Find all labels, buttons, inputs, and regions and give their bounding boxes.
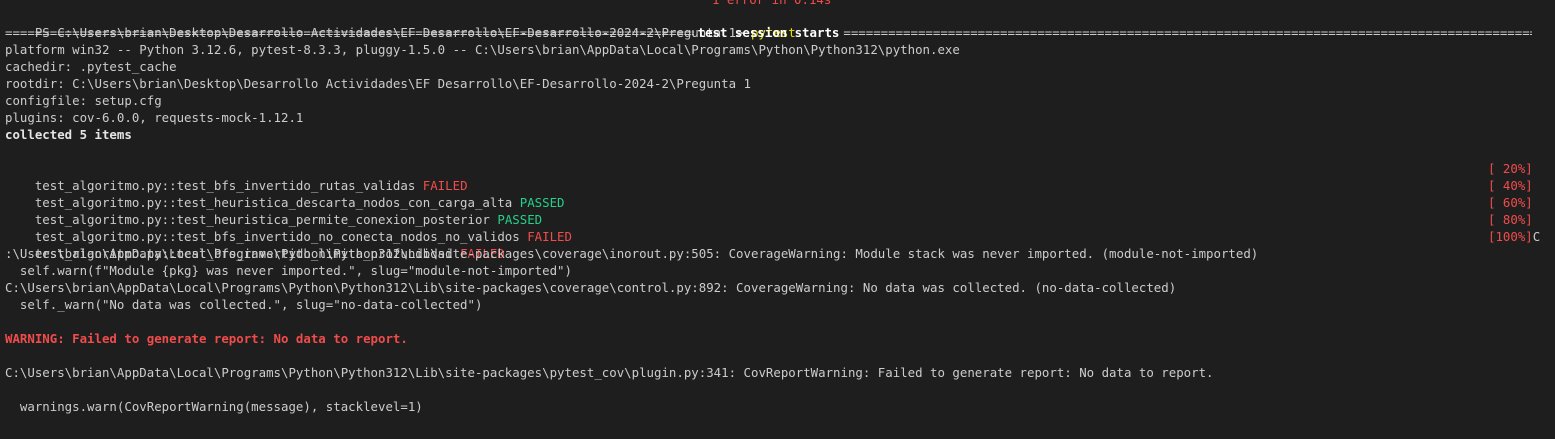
coverage-warning-module-source: self.warn(f"Module {pkg} was never impor… [5, 263, 572, 278]
collected-count: collected 5 items [5, 127, 132, 142]
test-progress: [ 40%] [1488, 178, 1533, 193]
prompt-line: PS C:\Users\brian\Desktop\Desarrollo Act… [5, 7, 796, 40]
cov-report-warning: C:\Users\brian\AppData\Local\Programs\Py… [5, 365, 1214, 380]
progress-overflow-char: C [1532, 229, 1541, 244]
test-result-row: test_algoritmo.py::test_bfs_invertido_ru… [5, 160, 468, 193]
test-progress: [ 80%] [1488, 212, 1533, 227]
test-progress: [ 20%] [1488, 161, 1533, 176]
test-result-row: test_algoritmo.py::test_bfs_invertido_li… [5, 228, 505, 261]
test-progress: [ 60%] [1488, 195, 1533, 210]
session-separator: ========================================… [5, 24, 1532, 41]
terminal-output[interactable]: 1 error in 0.14s PS C:\Users\brian\Deskt… [0, 0, 1555, 439]
separator-right: ========================================… [843, 25, 1532, 40]
session-title: test session starts [697, 25, 840, 40]
test-result-row: test_algoritmo.py::test_bfs_invertido_no… [5, 211, 572, 244]
info-cachedir: cachedir: .pytest_cache [5, 59, 177, 74]
coverage-warning-nodata: C:\Users\brian\AppData\Local\Programs\Py… [5, 280, 1177, 295]
test-result-row: test_algoritmo.py::test_heuristica_permi… [5, 194, 542, 227]
report-warning: WARNING: Failed to generate report: No d… [5, 331, 408, 346]
info-configfile: configfile: setup.cfg [5, 93, 162, 108]
info-rootdir: rootdir: C:\Users\brian\Desktop\Desarrol… [5, 76, 751, 91]
test-progress: [100%]C [1488, 229, 1541, 244]
test-status-failed: FAILED [527, 229, 572, 244]
coverage-warning-module: :\Users\brian\AppData\Local\Programs\Pyt… [5, 246, 1259, 261]
test-result-row: test_algoritmo.py::test_heuristica_desca… [5, 177, 565, 210]
info-plugins: plugins: cov-6.0.0, requests-mock-1.12.1 [5, 110, 304, 125]
warnings-call-source: warnings.warn(CovReportWarning(message),… [5, 399, 423, 414]
coverage-warning-nodata-source: self._warn("No data was collected.", slu… [5, 297, 483, 312]
separator-left: ========================================… [5, 25, 694, 40]
info-platform: platform win32 -- Python 3.12.6, pytest-… [5, 42, 960, 57]
